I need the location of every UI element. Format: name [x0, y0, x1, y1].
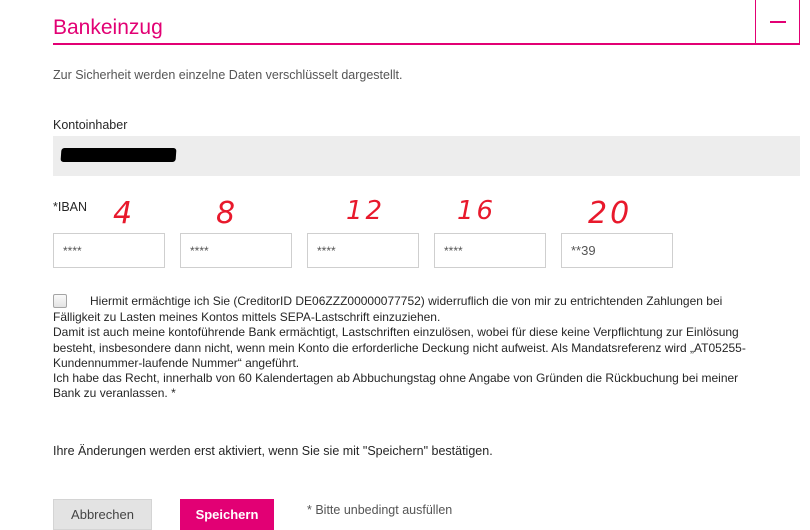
- activation-note: Ihre Änderungen werden erst aktiviert, w…: [53, 444, 493, 458]
- redaction-mark: [60, 148, 177, 162]
- handwritten-annotation: 8: [216, 196, 239, 231]
- security-note: Zur Sicherheit werden einzelne Daten ver…: [53, 68, 403, 82]
- handwritten-annotation: 12: [346, 196, 386, 226]
- account-holder-label: Kontoinhaber: [53, 118, 128, 132]
- mandate-line: Damit ist auch meine kontoführende Bank …: [53, 325, 739, 340]
- iban-field-2[interactable]: [180, 233, 292, 268]
- iban-field-3[interactable]: [307, 233, 419, 268]
- collapse-button[interactable]: [755, 0, 800, 45]
- iban-field-4[interactable]: [434, 233, 546, 268]
- required-note: * Bitte unbedingt ausfüllen: [307, 503, 453, 517]
- handwritten-annotation: 4: [113, 196, 136, 231]
- iban-field-5[interactable]: [561, 233, 673, 268]
- handwritten-annotation: 16: [457, 196, 497, 226]
- cancel-button[interactable]: Abbrechen: [53, 499, 152, 530]
- mandate-line: Hiermit ermächtige ich Sie (CreditorID D…: [90, 294, 723, 308]
- mandate-line: Ich habe das Recht, innerhalb von 60 Kal…: [53, 371, 739, 386]
- save-button[interactable]: Speichern: [180, 499, 274, 530]
- mandate-line: besteht, insbesondere dann nicht, wenn m…: [53, 340, 746, 355]
- iban-field-1[interactable]: [53, 233, 165, 268]
- account-holder-field: [53, 136, 800, 176]
- iban-label: *IBAN: [53, 200, 88, 214]
- handwritten-annotation: 20: [588, 196, 633, 231]
- minus-icon: [769, 20, 786, 23]
- title-divider: [53, 43, 757, 45]
- mandate-text: Hiermit ermächtige ich Sie (CreditorID D…: [53, 294, 803, 401]
- section-title: Bankeinzug: [53, 16, 163, 39]
- mandate-line: Fälligkeit zu Lasten meines Kontos mitte…: [53, 310, 441, 325]
- mandate-line: Kundennummer-laufende Nummer“ angeführt.: [53, 355, 300, 370]
- mandate-line: Bank zu veranlassen. *: [53, 386, 176, 401]
